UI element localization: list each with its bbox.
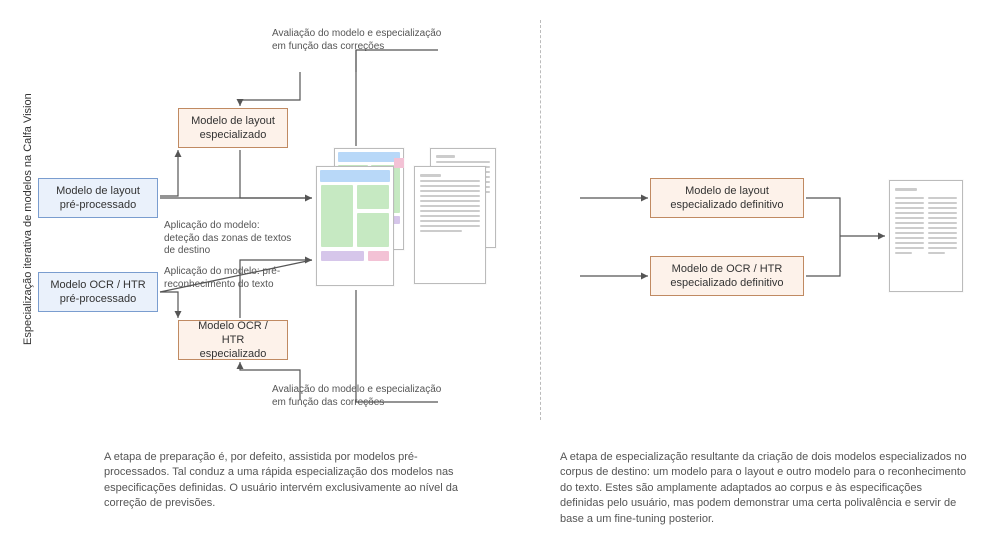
- box-layout-pre-label: Modelo de layout pré-processado: [47, 184, 149, 213]
- caption-ocr-apply: Aplicação do modelo: pré-reconhecimento …: [164, 266, 294, 291]
- caption-layout-apply: Aplicação do modelo: deteção das zonas d…: [164, 220, 294, 258]
- box-layout-specialized-label: Modelo de layout especializado: [187, 114, 279, 143]
- box-layout-specialized: Modelo de layout especializado: [178, 108, 288, 148]
- vertical-divider: [540, 20, 541, 420]
- box-ocr-definitive-label: Modelo de OCR / HTR especializado defini…: [659, 262, 795, 291]
- box-ocr-specialized-label: Modelo OCR / HTR especializado: [187, 319, 279, 362]
- caption-bottom-eval: Avaliação do modelo e especialização em …: [272, 384, 442, 409]
- box-ocr-pre-label: Modelo OCR / HTR pré-processado: [47, 278, 149, 307]
- caption-top-eval: Avaliação do modelo e especialização em …: [272, 28, 442, 53]
- paragraph-left: A etapa de preparação é, por defeito, as…: [104, 450, 476, 512]
- box-ocr-definitive: Modelo de OCR / HTR especializado defini…: [650, 256, 804, 296]
- doc-text-front: [414, 166, 486, 284]
- box-layout-definitive: Modelo de layout especializado definitiv…: [650, 178, 804, 218]
- doc-output: [889, 180, 963, 292]
- box-ocr-specialized: Modelo OCR / HTR especializado: [178, 320, 288, 360]
- paragraph-right: A etapa de especialização resultante da …: [560, 450, 968, 527]
- side-title: Especialização iterativa de modelos na C…: [22, 93, 34, 345]
- box-layout-definitive-label: Modelo de layout especializado definitiv…: [659, 184, 795, 213]
- doc-layout-front: [316, 166, 394, 286]
- box-ocr-pre: Modelo OCR / HTR pré-processado: [38, 272, 158, 312]
- box-layout-pre: Modelo de layout pré-processado: [38, 178, 158, 218]
- doc-layout-corner: [394, 158, 404, 168]
